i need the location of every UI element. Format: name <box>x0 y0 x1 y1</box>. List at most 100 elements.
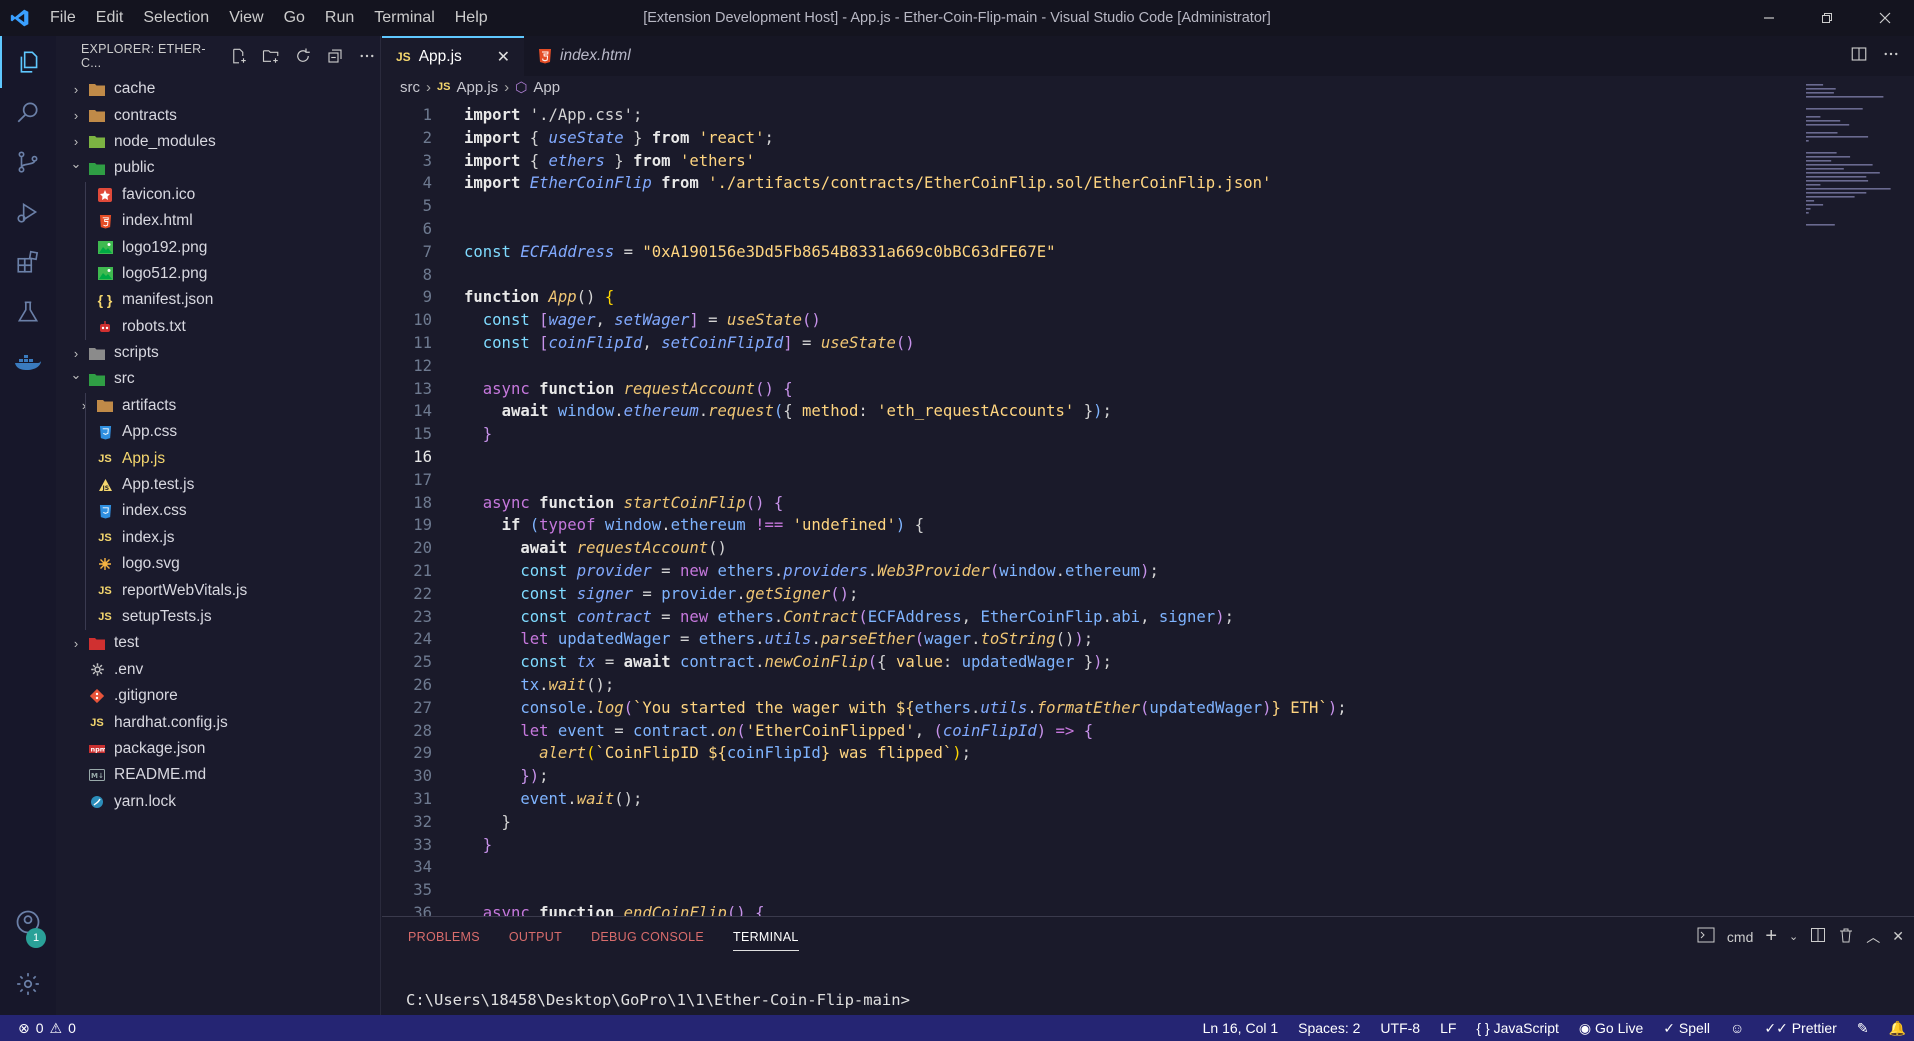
minimize-icon[interactable] <box>1740 0 1798 36</box>
menu-file[interactable]: File <box>40 0 86 36</box>
folder-item[interactable]: › contracts <box>56 102 381 128</box>
collapse-all-icon[interactable] <box>322 45 348 67</box>
copilot-icon[interactable]: ☺ <box>1730 1020 1744 1036</box>
extensions-icon[interactable] <box>0 236 56 288</box>
folder-item[interactable]: › artifacts <box>56 393 381 419</box>
more-actions-icon[interactable] <box>354 45 380 67</box>
file-item[interactable]: logo512.png <box>56 261 381 287</box>
menu-go[interactable]: Go <box>274 0 315 36</box>
menu-view[interactable]: View <box>219 0 273 36</box>
breadcrumb-folder[interactable]: src <box>400 79 420 96</box>
run-debug-icon[interactable] <box>0 186 56 238</box>
menu-terminal[interactable]: Terminal <box>364 0 444 36</box>
tab-terminal[interactable]: TERMINAL <box>733 930 799 951</box>
file-item[interactable]: JS setupTests.js <box>56 604 381 630</box>
line-number: 23 <box>413 607 432 626</box>
refresh-icon[interactable] <box>290 45 316 67</box>
maximize-panel-icon[interactable]: ︿ <box>1866 927 1880 947</box>
testing-icon[interactable] <box>0 286 56 338</box>
tab-problems[interactable]: PROBLEMS <box>408 930 480 944</box>
minimap[interactable] <box>1804 84 1904 244</box>
indentation[interactable]: Spaces: 2 <box>1298 1020 1360 1036</box>
code-editor[interactable]: 1 import './App.css'; 2 import { useState }… <box>382 104 1782 916</box>
line-number: 31 <box>413 790 432 808</box>
more-actions-icon[interactable] <box>1882 45 1900 68</box>
file-item[interactable]: index.html <box>56 208 381 234</box>
folder-item[interactable]: ⌄ public <box>56 155 381 181</box>
breadcrumb-symbol[interactable]: App <box>533 79 560 96</box>
code-token: ; <box>848 584 859 603</box>
file-item[interactable]: JS index.js <box>56 525 381 551</box>
settings-gear-icon[interactable] <box>0 958 56 1010</box>
code-token: function <box>464 288 549 307</box>
restore-icon[interactable] <box>1798 0 1856 36</box>
minimap-line <box>1806 120 1841 122</box>
file-item[interactable]: .gitignore <box>56 683 381 709</box>
file-item[interactable]: JS reportWebVitals.js <box>56 577 381 603</box>
file-item[interactable]: index.css <box>56 498 381 524</box>
file-item[interactable]: robots.txt <box>56 314 381 340</box>
code-line: let updatedWager = ethers.utils.parseEth… <box>464 628 1093 651</box>
folder-item[interactable]: › scripts <box>56 340 381 366</box>
status-problems[interactable]: ⊗ 0 ⚠ 0 <box>0 1020 76 1037</box>
docker-icon[interactable] <box>0 336 56 388</box>
cursor-position[interactable]: Ln 16, Col 1 <box>1203 1020 1279 1036</box>
code-token: . <box>708 721 718 740</box>
split-editor-icon[interactable] <box>1850 45 1868 68</box>
tab-app-js[interactable]: JS App.js ✕ <box>382 36 524 76</box>
folder-item[interactable]: ⌄ src <box>56 366 381 392</box>
terminal-prompt[interactable]: C:\Users\18458\Desktop\GoPro\1\1\Ether-C… <box>406 991 910 1009</box>
new-terminal-icon[interactable]: + <box>1765 925 1777 948</box>
source-control-icon[interactable] <box>0 136 56 188</box>
file-item[interactable]: .env <box>56 657 381 683</box>
new-folder-icon[interactable] <box>258 45 284 67</box>
close-tab-icon[interactable]: ✕ <box>497 47 510 67</box>
code-token: ) <box>952 744 962 763</box>
chevron-down-icon[interactable]: ⌄ <box>1789 930 1798 943</box>
go-live-button[interactable]: ◉ Go Live <box>1579 1020 1643 1037</box>
new-file-icon[interactable] <box>226 45 252 67</box>
breadcrumb-file[interactable]: App.js <box>456 79 498 96</box>
folder-item[interactable]: › test <box>56 630 381 656</box>
spell-button[interactable]: ✓ Spell <box>1663 1020 1710 1037</box>
file-item[interactable]: logo192.png <box>56 234 381 260</box>
file-item[interactable]: JS App.js <box>56 445 381 471</box>
tab-index-html[interactable]: index.html <box>524 36 664 76</box>
prettier-button[interactable]: ✓✓ Prettier <box>1764 1020 1836 1037</box>
eol[interactable]: LF <box>1440 1020 1456 1036</box>
encoding[interactable]: UTF-8 <box>1380 1020 1420 1036</box>
feedback-icon[interactable]: ✎ <box>1857 1020 1869 1037</box>
file-item[interactable]: npm package.json <box>56 736 381 762</box>
js-icon: JS <box>98 531 112 544</box>
trash-icon[interactable] <box>1838 927 1854 946</box>
tab-output[interactable]: OUTPUT <box>509 930 562 944</box>
file-item[interactable]: M↓ README.md <box>56 762 381 788</box>
shell-name[interactable]: cmd <box>1727 929 1753 945</box>
language-mode[interactable]: { } JavaScript <box>1476 1020 1559 1036</box>
tab-debug-console[interactable]: DEBUG CONSOLE <box>591 930 704 944</box>
code-token: setWager <box>614 311 690 330</box>
accounts-icon[interactable]: 1 <box>0 896 56 948</box>
menu-edit[interactable]: Edit <box>86 0 134 36</box>
folder-item[interactable]: › node_modules <box>56 129 381 155</box>
file-item[interactable]: App.css <box>56 419 381 445</box>
file-item[interactable]: JS hardhat.config.js <box>56 709 381 735</box>
minimap-line <box>1806 88 1836 90</box>
file-item[interactable]: JS App.test.js <box>56 472 381 498</box>
vscode-logo-icon[interactable] <box>0 0 40 36</box>
file-item[interactable]: yarn.lock <box>56 789 381 815</box>
search-icon[interactable] <box>0 86 56 138</box>
menu-selection[interactable]: Selection <box>133 0 219 36</box>
split-terminal-icon[interactable] <box>1810 927 1826 946</box>
file-item[interactable]: logo.svg <box>56 551 381 577</box>
explorer-icon[interactable] <box>0 36 56 88</box>
folder-item[interactable]: › cache <box>56 76 381 102</box>
file-item[interactable]: favicon.ico <box>56 182 381 208</box>
notifications-bell-icon[interactable]: 🔔 <box>1889 1020 1906 1037</box>
code-token: wait <box>548 676 587 694</box>
menu-run[interactable]: Run <box>315 0 364 36</box>
file-item[interactable]: { } manifest.json <box>56 287 381 313</box>
menu-help[interactable]: Help <box>445 0 498 36</box>
close-panel-icon[interactable]: ✕ <box>1892 928 1904 945</box>
close-window-icon[interactable] <box>1856 0 1914 36</box>
